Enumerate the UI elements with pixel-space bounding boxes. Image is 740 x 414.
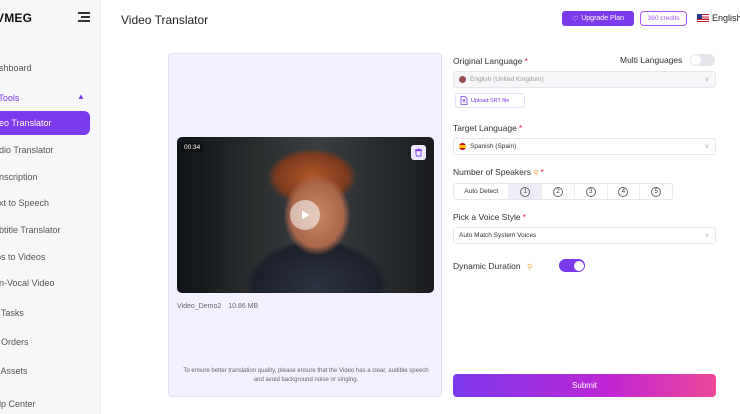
file-info: Video_Demo2 10.86 MB	[177, 303, 258, 310]
quality-hint: To ensure better translation quality, pl…	[183, 368, 429, 383]
sidebar-item-text-to-speech[interactable]: ext to Speech	[0, 193, 49, 213]
sidebar-item-subtitle-translator[interactable]: ubtitle Translator	[0, 220, 61, 240]
voice-style-select[interactable]: Auto Match System Voices ∨	[453, 227, 716, 244]
sidebar-item-video-translator[interactable]: deo Translator	[0, 111, 90, 135]
target-language-value: Spanish (Spain)	[470, 143, 517, 150]
page-title: Video Translator	[121, 13, 209, 27]
credits-badge[interactable]: 360 credits	[640, 11, 687, 26]
sidebar-item-my-orders[interactable]: y Orders	[0, 332, 29, 352]
chevron-up-icon[interactable]: ▲	[77, 92, 85, 101]
sidebar-item-label: deo Translator	[0, 118, 52, 128]
original-language-label-text: Original Language	[453, 56, 523, 66]
speakers-option-1[interactable]: 1	[508, 184, 542, 199]
chevron-down-icon: ∨	[704, 144, 709, 150]
speaker-count: 3	[585, 186, 596, 197]
speaker-count: 4	[618, 186, 629, 197]
globe-icon	[459, 76, 466, 83]
sidebar-item-help-center[interactable]: elp Center	[0, 394, 36, 414]
file-size: 10.86 MB	[228, 303, 259, 310]
submit-button[interactable]: Submit	[453, 374, 716, 397]
dynamic-duration-label-text: Dynamic Duration	[453, 261, 521, 271]
chevron-down-icon: ∨	[704, 233, 709, 239]
play-button[interactable]	[290, 200, 320, 230]
upload-srt-label: Upload SRT file	[471, 97, 510, 104]
required-mark: *	[522, 212, 526, 222]
original-language-value: English (United Kingdom)	[470, 76, 544, 83]
required-mark: *	[518, 123, 523, 133]
spain-flag-icon	[459, 143, 466, 150]
speaker-count: 5	[651, 186, 662, 197]
sidebar-group-ai-tools[interactable]: l Tools	[0, 88, 19, 108]
us-flag-icon[interactable]	[697, 14, 709, 22]
delete-video-button[interactable]	[411, 145, 426, 160]
dynamic-duration-toggle[interactable]	[559, 259, 585, 272]
upgrade-plan-label: Upgrade Plan	[581, 15, 625, 22]
lightbulb-icon[interactable]: ⚲	[533, 170, 538, 177]
file-name: Video_Demo2	[177, 303, 222, 310]
trash-icon	[414, 148, 423, 157]
sidebar-item-my-tasks[interactable]: y Tasks	[0, 303, 24, 323]
sidebar-item-transcription[interactable]: anscription	[0, 167, 38, 187]
language-selector[interactable]: English	[712, 13, 740, 23]
speakers-option-3[interactable]: 3	[573, 184, 607, 199]
sidebar-item-my-assets[interactable]: y Assets	[0, 361, 28, 381]
lightbulb-icon[interactable]: ⚲	[527, 264, 532, 271]
voice-style-label: Pick a Voice Style *	[453, 212, 526, 222]
speakers-option-4[interactable]: 4	[606, 184, 640, 199]
sidebar-item-non-vocal-video[interactable]: on-Vocal Video	[0, 273, 54, 293]
sidebar: VMEG ashboard l Tools ▲ deo Translator u…	[0, 0, 101, 414]
chevron-down-icon: ∨	[704, 77, 709, 83]
speakers-option-2[interactable]: 2	[541, 184, 574, 199]
app-root: VMEG ashboard l Tools ▲ deo Translator u…	[0, 0, 740, 414]
target-language-label: Target Language *	[453, 123, 522, 133]
speaker-count: 1	[520, 186, 531, 197]
speakers-auto-detect[interactable]: Auto Detect	[454, 188, 508, 195]
speakers-selector: Auto Detect 1 2 3 4 5	[453, 183, 673, 200]
sidebar-item-dashboard[interactable]: ashboard	[0, 58, 32, 78]
required-mark: *	[524, 56, 528, 66]
original-language-label: Original Language *	[453, 56, 528, 66]
speakers-option-5[interactable]: 5	[639, 184, 672, 199]
speakers-label-text: Number of Speakers	[453, 167, 531, 177]
upload-srt-button[interactable]: Upload SRT file	[455, 93, 525, 108]
multi-languages-toggle[interactable]	[690, 54, 715, 66]
sidebar-item-clips-to-videos[interactable]: ips to Videos	[0, 247, 45, 267]
original-language-select[interactable]: English (United Kingdom) ∨	[453, 71, 716, 88]
speaker-count: 2	[553, 186, 564, 197]
upload-file-icon	[460, 96, 468, 105]
video-timecode: 00:34	[181, 143, 204, 152]
sidebar-item-audio-translator[interactable]: udio Translator	[0, 140, 54, 160]
upgrade-plan-button[interactable]: ♡ Upgrade Plan	[562, 11, 634, 26]
app-logo: VMEG	[0, 11, 33, 25]
crown-icon: ♡	[571, 15, 579, 23]
collapse-sidebar-icon[interactable]	[78, 12, 90, 22]
play-icon	[302, 210, 310, 220]
voice-style-label-text: Pick a Voice Style	[453, 212, 521, 222]
target-language-select[interactable]: Spanish (Spain) ∨	[453, 138, 716, 155]
voice-style-value: Auto Match System Voices	[459, 232, 537, 239]
dynamic-duration-label: Dynamic Duration ⚲	[453, 261, 532, 271]
speakers-label: Number of Speakers ⚲ *	[453, 167, 544, 177]
required-mark: *	[540, 167, 544, 177]
target-language-label-text: Target Language	[453, 123, 517, 133]
multi-languages-label: Multi Languages	[620, 55, 683, 65]
